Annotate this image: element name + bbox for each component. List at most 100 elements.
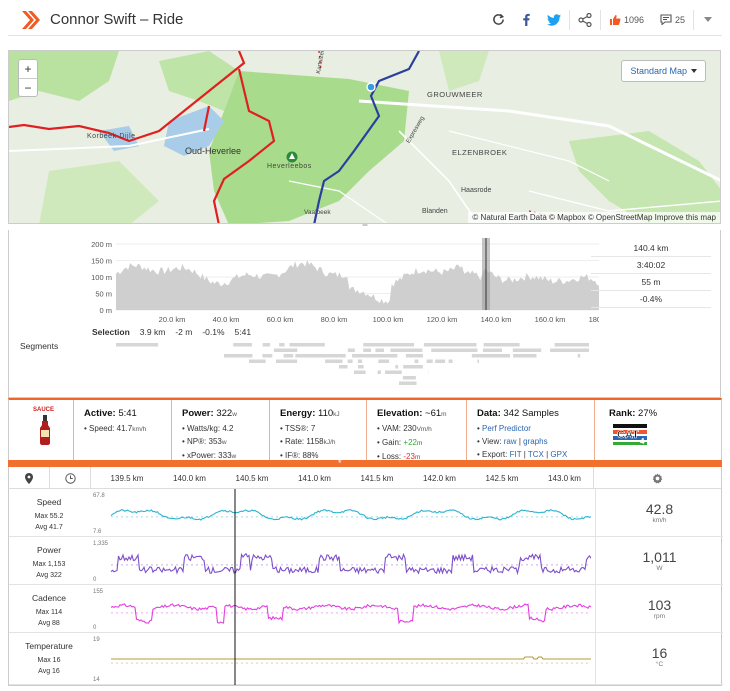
segment-bar[interactable] (262, 343, 271, 347)
segment-bar[interactable] (276, 359, 298, 364)
segment-bar[interactable] (358, 365, 364, 369)
perf-predictor-link[interactable]: Perf Predictor (482, 424, 531, 433)
twitter-share-button[interactable] (539, 4, 569, 35)
facebook-share-button[interactable] (513, 4, 539, 35)
elevation-value: ~61 (425, 408, 442, 419)
segment-bar[interactable] (283, 354, 294, 358)
zoom-in-button[interactable]: + (19, 60, 37, 78)
stream-row-cadence: Cadence Max 114 Avg 88 103 rpm 155 0 (9, 585, 723, 633)
refresh-button[interactable] (484, 4, 513, 35)
segment-bar[interactable] (395, 365, 399, 369)
segment-bar[interactable] (279, 343, 285, 347)
segment-bar[interactable] (325, 359, 343, 364)
segment-bar[interactable] (483, 343, 520, 347)
stat-grade: -0.4% (591, 291, 711, 308)
summary-energy: Energy: 110kJ • TSS®: 7 • Rate: 1158kJ/h… (270, 400, 367, 460)
segment-bar[interactable] (554, 343, 589, 347)
segment-bar[interactable] (414, 359, 419, 364)
segment-bar[interactable] (295, 354, 346, 358)
segment-bar[interactable] (399, 381, 417, 386)
stream-chart-cadence[interactable]: 1550 (91, 585, 591, 633)
segment-bar[interactable] (352, 354, 398, 358)
segment-bar[interactable] (357, 359, 363, 364)
segment-bar[interactable] (577, 354, 581, 358)
segment-bar[interactable] (354, 370, 366, 375)
map-label-elzenbroek: ELZENBROEK (452, 148, 508, 157)
view-graphs-link[interactable]: graphs (523, 437, 547, 446)
segment-bar[interactable] (347, 348, 355, 353)
segment-bar[interactable] (224, 354, 253, 358)
segment-bar[interactable] (233, 343, 252, 347)
map-label-heverleebos: Heverleebos (267, 163, 312, 170)
segment-bar[interactable] (262, 354, 273, 358)
segment-bar[interactable] (363, 343, 415, 347)
segment-bar[interactable] (377, 370, 381, 375)
map-pin-button[interactable] (9, 467, 50, 489)
stream-current: 42.8 km/h (595, 489, 723, 536)
elevation-chart[interactable]: 200 m 150 m 100 m 50 m 0 m 20.0 km 40.0 km 60.0… (9, 238, 599, 338)
segment-bar[interactable] (405, 354, 423, 358)
selection-label: Selection (92, 327, 130, 337)
export-gpx-link[interactable]: GPX (550, 450, 567, 459)
map-resize-handle[interactable]: ═ (359, 222, 371, 230)
stream-axis: 139.5 km 140.0 km 140.5 km 141.0 km 141.5 km… (8, 467, 722, 489)
selection-summary: Selection 3.9 km -2 m -0.1% 5:41 (92, 327, 251, 337)
stat-time: 3:40:02 (591, 257, 711, 274)
segment-bar[interactable] (403, 365, 423, 369)
power-wkg-label: Watts/kg: (187, 424, 221, 433)
stream-chart-temperature[interactable]: 1914 (91, 633, 591, 685)
view-raw-link[interactable]: raw (504, 437, 517, 446)
segments-bars[interactable] (9, 341, 599, 391)
elevation-x-tick: 160.0 km (535, 315, 566, 324)
segment-bar[interactable] (426, 359, 433, 364)
energy-unit: kJ (333, 411, 340, 418)
facebook-icon (523, 13, 530, 26)
time-toggle-button[interactable] (50, 467, 91, 489)
segment-bar[interactable] (435, 359, 446, 364)
stream-settings-button[interactable] (593, 467, 721, 489)
segment-bar[interactable] (448, 359, 453, 364)
page-title: Connor Swift – Ride (50, 11, 184, 28)
kudos-button[interactable]: 1096 (601, 4, 652, 35)
segment-bar[interactable] (423, 343, 477, 347)
route-map[interactable]: Oud-Heverlee Korbeek-Dijle Heverleebos G… (8, 50, 721, 224)
segment-bar[interactable] (390, 348, 423, 353)
segment-bar[interactable] (512, 348, 542, 353)
elevation-panel: ═ 200 m 150 m 100 m 50 m 0 m 20.0 km 40.0 km 60… (8, 222, 721, 398)
segment-bar[interactable] (471, 354, 511, 358)
segment-bar[interactable] (550, 348, 589, 353)
segment-bar[interactable] (339, 365, 348, 369)
more-options-button[interactable] (694, 4, 722, 35)
export-fit-link[interactable]: FIT (510, 450, 522, 459)
segment-bar[interactable] (385, 370, 402, 375)
view-separator: | (518, 437, 521, 446)
sauce-summary: SAUCE Active: 5:41 • Speed: 41.7km/h Pow… (8, 398, 722, 461)
segment-bar[interactable] (116, 343, 159, 347)
stream-chart-speed[interactable]: 67.8 7.6 (91, 489, 591, 537)
segment-bar[interactable] (431, 348, 478, 353)
selection-bar[interactable]: * (8, 458, 722, 468)
segment-bar[interactable] (273, 348, 298, 353)
segment-bar[interactable] (347, 359, 353, 364)
segment-bar[interactable] (378, 359, 390, 364)
map-type-select[interactable]: Standard Map (621, 60, 706, 82)
share-button[interactable] (570, 4, 600, 35)
zoom-controls: + − (18, 59, 38, 97)
segment-bar[interactable] (477, 359, 479, 364)
segment-bar[interactable] (513, 354, 537, 358)
segment-bar[interactable] (482, 348, 502, 353)
stat-elevation: 55 m (591, 274, 711, 291)
export-tcx-link[interactable]: TCX (528, 450, 544, 459)
segment-bar[interactable] (363, 348, 372, 353)
segment-bar[interactable] (249, 359, 266, 364)
category-badge-icon[interactable]: CAT 4 (613, 422, 647, 446)
segment-bar[interactable] (402, 376, 416, 380)
stream-current: 103 rpm (595, 585, 723, 632)
map-attribution[interactable]: © Natural Earth Data © Mapbox © OpenStre… (468, 212, 720, 223)
segment-bar[interactable] (289, 343, 325, 347)
segment-bar[interactable] (375, 348, 384, 353)
stream-chart-power[interactable]: 1,335 0 (91, 537, 591, 585)
zoom-out-button[interactable]: − (19, 78, 37, 96)
selection-elevation: -2 m (175, 327, 193, 337)
comments-button[interactable]: 25 (652, 4, 693, 35)
